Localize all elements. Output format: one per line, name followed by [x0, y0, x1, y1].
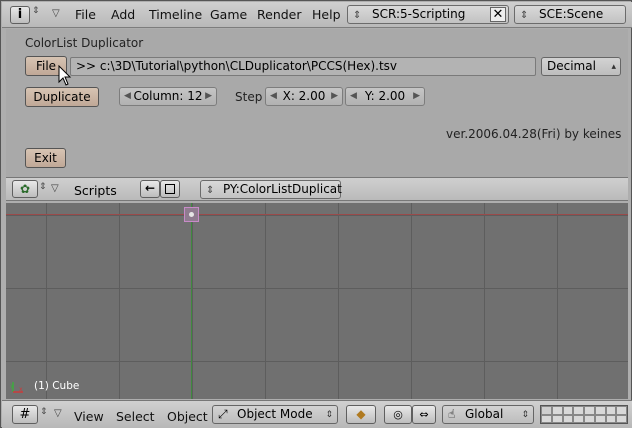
duplicate-button[interactable]: Duplicate: [25, 87, 99, 107]
blender-window: i ⇕ ▽ File Add Timeline Game Render Help…: [0, 0, 632, 428]
draw-type-icon[interactable]: ◆: [346, 405, 376, 424]
lamp-object-icon[interactable]: [184, 207, 199, 222]
hand-icon: ☝: [448, 407, 456, 421]
svg-text:y: y: [10, 382, 14, 389]
active-object-label: (1) Cube: [34, 380, 80, 392]
collapse-triangle-icon[interactable]: ▽: [51, 183, 59, 194]
menu-timeline[interactable]: Timeline: [149, 7, 202, 22]
fullscreen-icon[interactable]: [160, 180, 180, 198]
screen-selector[interactable]: ⇕ SCR:5-Scripting ✕: [347, 5, 509, 24]
decrement-arrow-icon[interactable]: ◀: [124, 88, 131, 105]
layer-buttons-group[interactable]: [540, 405, 628, 424]
editor-type-arrows-icon[interactable]: ⇕: [32, 6, 40, 16]
menu-file[interactable]: File: [75, 7, 96, 22]
orientation-select[interactable]: ☝ Global ⇕: [442, 405, 534, 424]
scene-browse-icon[interactable]: ⇕: [520, 7, 528, 24]
y-step-value: Y: 2.00: [364, 89, 406, 103]
menu-object[interactable]: Object: [167, 409, 208, 424]
3d-view-editor-icon[interactable]: #: [12, 405, 38, 424]
object-mode-select[interactable]: ⤢ Object Mode ⇕: [212, 405, 338, 424]
script-title: ColorList Duplicator: [25, 36, 144, 50]
collapse-triangle-icon[interactable]: ▽: [54, 408, 62, 419]
pivot-point-icon[interactable]: ◎: [384, 405, 412, 424]
info-editor-icon[interactable]: i: [10, 6, 30, 24]
scripts-menu-label[interactable]: Scripts: [74, 183, 117, 198]
x-step-field[interactable]: ◀ X: 2.00 ▶: [265, 87, 343, 106]
menu-render[interactable]: Render: [257, 7, 302, 22]
decrement-arrow-icon[interactable]: ◀: [350, 88, 357, 105]
script-selector[interactable]: ⇕ PY:ColorListDuplicat: [200, 180, 342, 199]
menu-game[interactable]: Game: [210, 7, 247, 22]
script-browse-icon[interactable]: ⇕: [206, 182, 214, 199]
y-step-field[interactable]: ◀ Y: 2.00 ▶: [345, 87, 425, 106]
format-select-value: Decimal: [547, 59, 596, 73]
column-number-field[interactable]: ◀ Column: 12 ▶: [119, 87, 217, 106]
editor-type-arrows-icon[interactable]: ⇕: [39, 182, 47, 192]
increment-arrow-icon[interactable]: ▶: [205, 88, 212, 105]
step-label: Step: [235, 90, 263, 104]
menu-add[interactable]: Add: [111, 7, 135, 22]
screen-delete-icon[interactable]: ✕: [490, 7, 506, 22]
3d-viewport[interactable]: y x (1) Cube: [6, 203, 628, 399]
select-arrows-icon: ⇕: [325, 410, 333, 420]
script-editor-icon[interactable]: ✿: [12, 180, 38, 198]
scene-selector[interactable]: ⇕ SCE:Scene: [514, 5, 626, 24]
object-mode-value: Object Mode: [237, 407, 313, 421]
script-name[interactable]: PY:ColorListDuplicat: [223, 182, 342, 196]
back-arrow-icon[interactable]: ←: [140, 180, 160, 198]
x-step-value: X: 2.00: [282, 89, 326, 103]
scripts-header: ✿ ⇕ ▽ Scripts ← ⇕ PY:ColorListDuplicat: [6, 177, 628, 201]
select-arrows-icon: ▴: [611, 62, 616, 72]
screen-name[interactable]: SCR:5-Scripting: [372, 7, 465, 21]
file-button-label: File: [35, 59, 57, 73]
column-value: Column: 12: [133, 89, 203, 103]
3d-view-header: # ⇕ ▽ View Select Object ⤢ Object Mode ⇕…: [2, 400, 632, 428]
svg-text:x: x: [19, 386, 23, 393]
menu-view[interactable]: View: [74, 409, 104, 424]
y-axis-line: [191, 203, 192, 399]
exit-button-label: Exit: [34, 151, 57, 165]
screen-browse-icon[interactable]: ⇕: [353, 7, 361, 24]
file-path-field[interactable]: >> c:\3D\Tutorial\python\CLDuplicator\PC…: [70, 57, 536, 76]
main-header: i ⇕ ▽ File Add Timeline Game Render Help…: [2, 2, 632, 28]
menu-select[interactable]: Select: [116, 409, 155, 424]
menu-help[interactable]: Help: [312, 7, 341, 22]
select-arrows-icon: ⇕: [521, 410, 529, 420]
decrement-arrow-icon[interactable]: ◀: [270, 88, 277, 105]
format-select[interactable]: Decimal ▴: [541, 57, 621, 76]
script-panel: ColorList Duplicator File >> c:\3D\Tutor…: [6, 29, 628, 177]
object-mode-icon: ⤢: [218, 407, 228, 421]
axis-gizmo-icon: y x: [10, 382, 23, 393]
orientation-value: Global: [465, 407, 504, 421]
increment-arrow-icon[interactable]: ▶: [331, 88, 338, 105]
increment-arrow-icon[interactable]: ▶: [413, 88, 420, 105]
scene-name[interactable]: SCE:Scene: [539, 7, 603, 21]
duplicate-button-label: Duplicate: [33, 90, 91, 104]
version-text: ver.2006.04.28(Fri) by keines: [446, 127, 622, 141]
x-axis-line: [6, 214, 628, 215]
transform-manipulator-icon[interactable]: ⇔: [412, 405, 436, 424]
exit-button[interactable]: Exit: [25, 148, 66, 168]
editor-type-arrows-icon[interactable]: ⇕: [40, 407, 48, 417]
collapse-triangle-icon[interactable]: ▽: [52, 8, 60, 19]
